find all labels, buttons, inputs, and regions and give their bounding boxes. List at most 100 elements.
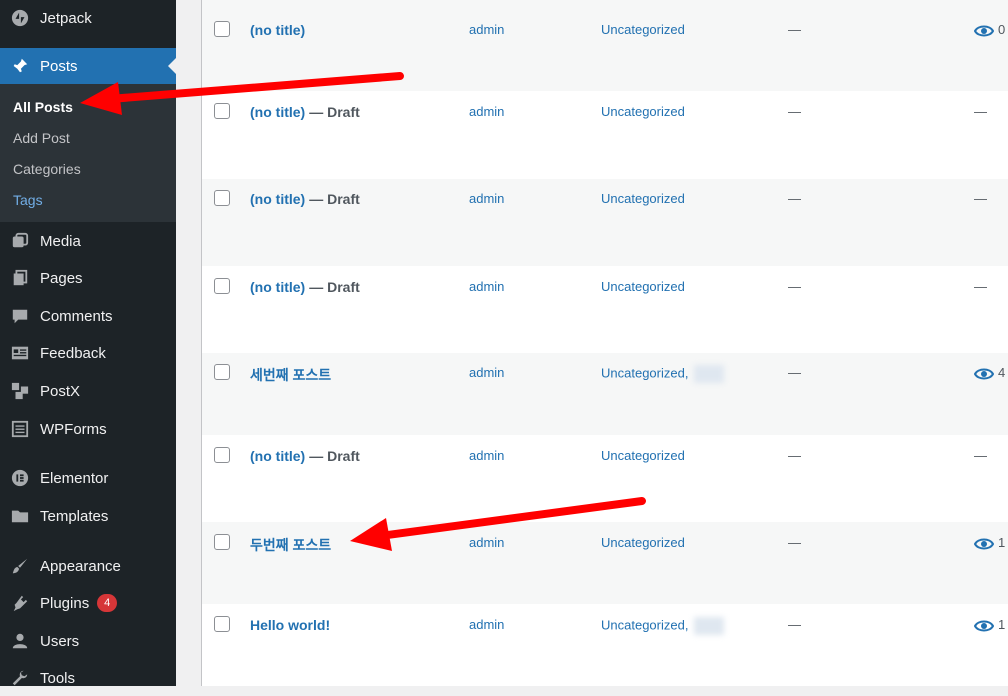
post-category-link[interactable]: Uncategorized — [601, 279, 685, 294]
plugin-icon — [10, 593, 30, 613]
jetpack-icon — [10, 8, 30, 28]
post-title-link[interactable]: 세번째 포스트 — [250, 367, 331, 383]
row-checkbox[interactable] — [214, 616, 230, 632]
post-tags-cell: — — [788, 535, 801, 550]
post-author-link[interactable]: admin — [469, 448, 504, 463]
sidebar-item-feedback[interactable]: Feedback — [0, 335, 176, 371]
post-state-label: — Draft — [309, 279, 360, 295]
sidebar-item-elementor[interactable]: Elementor — [0, 460, 176, 496]
table-row: 두번째 포스트 admin Uncategorized — 1 — [202, 522, 1008, 604]
row-checkbox[interactable] — [214, 447, 230, 463]
feedback-icon — [10, 343, 30, 363]
submenu-tags[interactable]: Tags — [13, 192, 43, 208]
sidebar-item-label: Elementor — [40, 469, 109, 487]
sidebar-item-label: Media — [40, 232, 81, 250]
sidebar-item-wpforms[interactable]: WPForms — [0, 411, 176, 447]
row-checkbox[interactable] — [214, 364, 230, 380]
sidebar-item-media[interactable]: Media — [0, 223, 176, 259]
sidebar-item-tools[interactable]: Tools — [0, 660, 176, 696]
wrench-icon — [10, 668, 30, 688]
sidebar-item-users[interactable]: Users — [0, 623, 176, 659]
row-checkbox[interactable] — [214, 534, 230, 550]
post-category-cell: Uncategorized — [601, 448, 685, 463]
post-author-link[interactable]: admin — [469, 535, 504, 550]
post-state-label: — Draft — [309, 104, 360, 120]
post-title-link[interactable]: 두번째 포스트 — [250, 537, 331, 553]
table-row: Hello world! admin Uncategorized, — 1 — [202, 604, 1008, 686]
post-category-link[interactable]: Uncategorized — [601, 104, 685, 119]
post-title-cell: 두번째 포스트 — [250, 535, 331, 555]
sidebar-item-pages[interactable]: Pages — [0, 260, 176, 296]
sidebar-item-label: WPForms — [40, 420, 107, 438]
elementor-icon — [10, 468, 30, 488]
post-category-cell: Uncategorized — [601, 22, 685, 37]
row-checkbox[interactable] — [214, 103, 230, 119]
post-category-cell: Uncategorized — [601, 535, 685, 550]
post-state-label: — Draft — [309, 448, 360, 464]
row-checkbox[interactable] — [214, 21, 230, 37]
post-author-link[interactable]: admin — [469, 104, 504, 119]
post-title-cell: 세번째 포스트 — [250, 365, 331, 385]
sidebar-item-postx[interactable]: PostX — [0, 373, 176, 409]
post-stats-value: — — [974, 191, 987, 206]
post-category-cell: Uncategorized, — [601, 617, 725, 635]
post-title-link[interactable]: (no title) — [250, 22, 305, 38]
sidebar-item-templates[interactable]: Templates — [0, 498, 176, 534]
table-row: (no title) — Draft admin Uncategorized — — — [202, 91, 1008, 179]
post-author-link[interactable]: admin — [469, 365, 504, 380]
submenu-all-posts[interactable]: All Posts — [13, 99, 73, 115]
post-stats-cell[interactable]: 1 — [973, 617, 1006, 633]
post-category-link[interactable]: Uncategorized — [601, 448, 685, 463]
submenu-categories[interactable]: Categories — [13, 161, 81, 177]
post-category-link[interactable]: Uncategorized — [601, 22, 685, 37]
post-title-link[interactable]: Hello world! — [250, 617, 330, 633]
post-author-link[interactable]: admin — [469, 191, 504, 206]
eye-icon — [973, 617, 995, 632]
post-tags-cell: — — [788, 448, 801, 463]
row-checkbox[interactable] — [214, 278, 230, 294]
post-stats-value: 4 — [998, 365, 1006, 380]
post-stats-cell[interactable]: 0 — [973, 22, 1005, 38]
post-category-link[interactable]: Uncategorized — [601, 191, 685, 206]
eye-icon — [973, 535, 995, 550]
postx-icon — [10, 381, 30, 401]
pin-icon — [10, 56, 30, 76]
posts-submenu: All Posts Add Post Categories Tags — [0, 84, 176, 222]
post-stats-cell[interactable]: 1 — [973, 535, 1006, 551]
post-stats-cell[interactable]: 4 — [973, 365, 1006, 381]
sidebar-item-jetpack[interactable]: Jetpack — [0, 0, 176, 36]
sidebar-item-label: Tools — [40, 669, 76, 687]
sidebar-item-appearance[interactable]: Appearance — [0, 548, 176, 584]
media-icon — [10, 231, 30, 251]
sidebar-item-posts[interactable]: Posts — [0, 48, 176, 84]
post-category-link[interactable]: Uncategorized, — [601, 617, 688, 632]
post-category-cell: Uncategorized — [601, 279, 685, 294]
post-title-link[interactable]: (no title) — [250, 448, 305, 464]
post-category-link[interactable]: Uncategorized — [601, 535, 685, 550]
post-stats-value: 1 — [998, 535, 1006, 550]
post-stats-value: — — [974, 279, 987, 294]
sidebar-item-comments[interactable]: Comments — [0, 298, 176, 334]
submenu-add-post[interactable]: Add Post — [13, 130, 70, 146]
sidebar-item-plugins[interactable]: Plugins 4 — [0, 585, 176, 621]
post-stats-value: 1 — [998, 617, 1006, 632]
wpforms-icon — [10, 419, 30, 439]
post-category-cell: Uncategorized — [601, 104, 685, 119]
post-title-link[interactable]: (no title) — [250, 279, 305, 295]
post-category-cell: Uncategorized — [601, 191, 685, 206]
row-checkbox[interactable] — [214, 190, 230, 206]
post-title-link[interactable]: (no title) — [250, 104, 305, 120]
post-title-link[interactable]: (no title) — [250, 191, 305, 207]
post-category-link[interactable]: Uncategorized, — [601, 365, 688, 380]
post-author-link[interactable]: admin — [469, 279, 504, 294]
post-tags-cell: — — [788, 617, 801, 632]
post-author-link[interactable]: admin — [469, 22, 504, 37]
table-row: (no title) admin Uncategorized — 0 — [202, 0, 1008, 91]
post-author-link[interactable]: admin — [469, 617, 504, 632]
sidebar-item-label: Jetpack — [40, 9, 92, 27]
sidebar-item-label: Comments — [40, 307, 113, 325]
post-title-cell: (no title) — Draft — [250, 448, 360, 464]
folder-icon — [10, 506, 30, 526]
post-title-cell: (no title) — [250, 22, 305, 38]
redacted-category — [694, 617, 725, 635]
